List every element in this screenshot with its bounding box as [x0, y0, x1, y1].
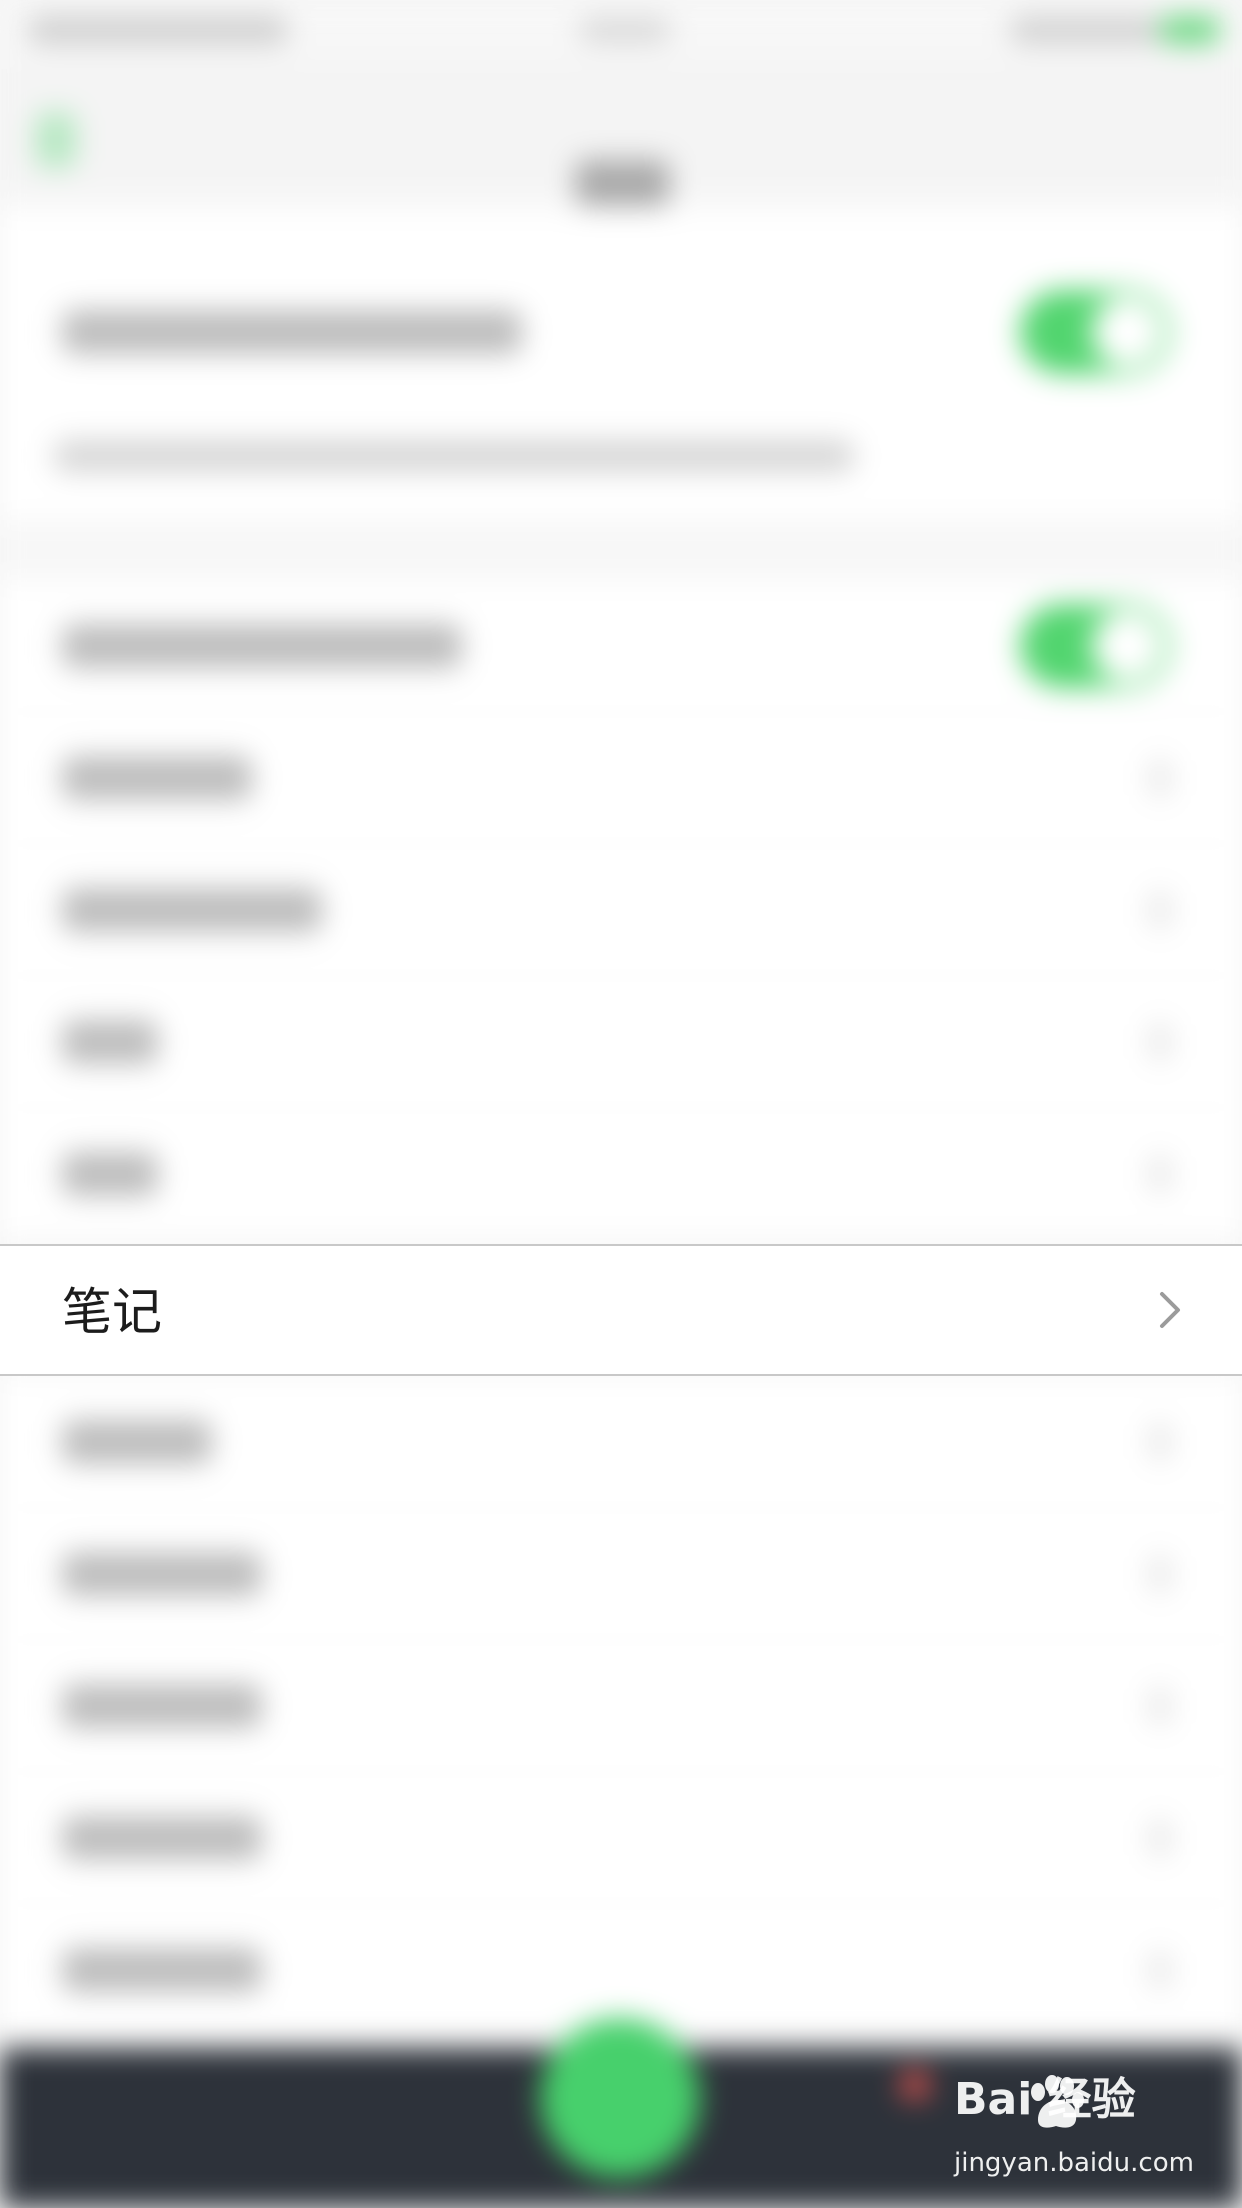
chevron-right-icon [1150, 1952, 1170, 1988]
settings-item-notes[interactable]: 笔记 [0, 1244, 1242, 1376]
setting-description [54, 440, 854, 472]
toggle-switch[interactable] [1020, 290, 1170, 374]
chevron-right-icon [1150, 1556, 1170, 1592]
setting-label [62, 1552, 262, 1596]
setting-row[interactable] [0, 1108, 1242, 1241]
setting-row[interactable] [0, 712, 1242, 845]
tab-center-button[interactable] [540, 2018, 700, 2178]
status-bar [0, 0, 1242, 60]
setting-label [62, 310, 522, 354]
status-time [580, 18, 670, 42]
chevron-right-icon [1150, 1156, 1170, 1192]
status-carrier [28, 16, 288, 44]
chevron-right-icon [1150, 1688, 1170, 1724]
back-icon[interactable] [36, 112, 76, 168]
nav-title [575, 160, 670, 206]
chevron-right-icon [1160, 1292, 1180, 1328]
toggle-switch[interactable] [1020, 604, 1170, 688]
paw-icon [1031, 2075, 1084, 2128]
setting-row[interactable] [0, 844, 1242, 977]
setting-label [62, 1152, 158, 1196]
setting-row[interactable] [0, 1376, 1242, 1509]
setting-row-toggle[interactable] [0, 580, 1242, 713]
setting-label [62, 756, 252, 800]
setting-row[interactable] [0, 1508, 1242, 1641]
setting-label [62, 1684, 262, 1728]
setting-row[interactable] [0, 1772, 1242, 1905]
baidu-jingyan-watermark: Bai 经验 jingyan.baidu.com [950, 2070, 1230, 2200]
setting-label [62, 1816, 262, 1860]
setting-row[interactable] [0, 1640, 1242, 1773]
chevron-right-icon [1150, 760, 1170, 796]
settings-screen: 笔记 Bai 经验 jingyan.baidu.com [0, 0, 1242, 2208]
battery-icon [1160, 16, 1220, 44]
setting-label [62, 1948, 262, 1992]
setting-block-1 [0, 210, 1242, 520]
setting-label [62, 1020, 158, 1064]
navigation-bar [0, 60, 1242, 206]
chevron-right-icon [1150, 892, 1170, 928]
settings-item-notes-label: 笔记 [62, 1283, 162, 1341]
blurred-background [0, 0, 1242, 2208]
setting-row[interactable] [0, 976, 1242, 1109]
chevron-right-icon [1150, 1024, 1170, 1060]
setting-label [62, 624, 462, 668]
setting-label [62, 888, 322, 932]
chevron-right-icon [1150, 1820, 1170, 1856]
chevron-right-icon [1150, 1424, 1170, 1460]
watermark-url: jingyan.baidu.com [954, 2148, 1194, 2178]
notification-badge [900, 2070, 930, 2100]
status-indicators [1010, 16, 1160, 44]
setting-label [62, 1420, 212, 1464]
